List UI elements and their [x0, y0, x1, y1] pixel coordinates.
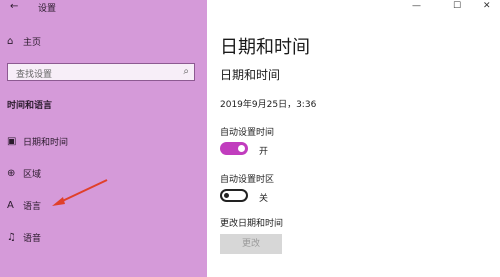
sidebar-item-label: 区域	[23, 169, 42, 180]
toggle-knob	[238, 145, 245, 152]
annotation-arrow-icon	[52, 179, 108, 206]
back-arrow-icon[interactable]: ←	[10, 1, 18, 12]
maximize-icon[interactable]: ☐	[453, 0, 461, 12]
search-placeholder: 查找设置	[16, 70, 53, 80]
sidebar-item-language[interactable]: A 语言	[7, 196, 41, 214]
section-heading: 时间和语言	[7, 101, 53, 111]
main-content: — ☐ ✕ 日期和时间 日期和时间 2019年9月25日，3:36 自动设置时间…	[207, 0, 500, 277]
change-button[interactable]: 更改	[220, 234, 282, 254]
close-icon[interactable]: ✕	[483, 0, 491, 12]
sidebar-item-home[interactable]: ⌂ 主页	[7, 32, 41, 50]
toggle-knob	[224, 193, 229, 198]
app-title: 设置	[38, 4, 57, 14]
titlebar: ← 设置	[0, 0, 207, 14]
auto-zone-label: 自动设置时区	[220, 175, 275, 185]
sidebar-item-label: 语言	[23, 201, 42, 212]
auto-zone-toggle[interactable]	[220, 189, 248, 202]
search-icon[interactable]: ⌕	[183, 66, 189, 77]
auto-time-label: 自动设置时间	[220, 128, 275, 138]
sidebar-item-speech[interactable]: ♫ 语音	[7, 228, 41, 246]
globe-icon: ⊕	[7, 167, 16, 179]
home-label: 主页	[23, 37, 42, 48]
section-title: 日期和时间	[220, 68, 281, 82]
calendar-clock-icon: ▣	[7, 135, 17, 147]
page-title: 日期和时间	[220, 37, 310, 58]
language-icon: A	[7, 199, 14, 211]
sidebar-item-date-time[interactable]: ▣ 日期和时间	[7, 132, 68, 150]
current-datetime: 2019年9月25日，3:36	[220, 100, 317, 110]
microphone-icon: ♫	[7, 231, 16, 243]
sidebar-item-region[interactable]: ⊕ 区域	[7, 164, 41, 182]
home-icon: ⌂	[7, 35, 14, 47]
sidebar-item-label: 语音	[23, 233, 42, 244]
minimize-icon[interactable]: —	[412, 0, 421, 12]
auto-time-toggle[interactable]	[220, 142, 248, 155]
auto-time-state: 开	[259, 147, 269, 157]
auto-zone-state: 关	[259, 194, 269, 204]
change-datetime-label: 更改日期和时间	[220, 219, 284, 229]
sidebar: ← 设置 ⌂ 主页 查找设置 ⌕ 时间和语言 ▣ 日期和时间 ⊕ 区域 A 语言…	[0, 0, 207, 277]
search-input[interactable]: 查找设置 ⌕	[7, 63, 195, 81]
sidebar-item-label: 日期和时间	[23, 137, 69, 148]
